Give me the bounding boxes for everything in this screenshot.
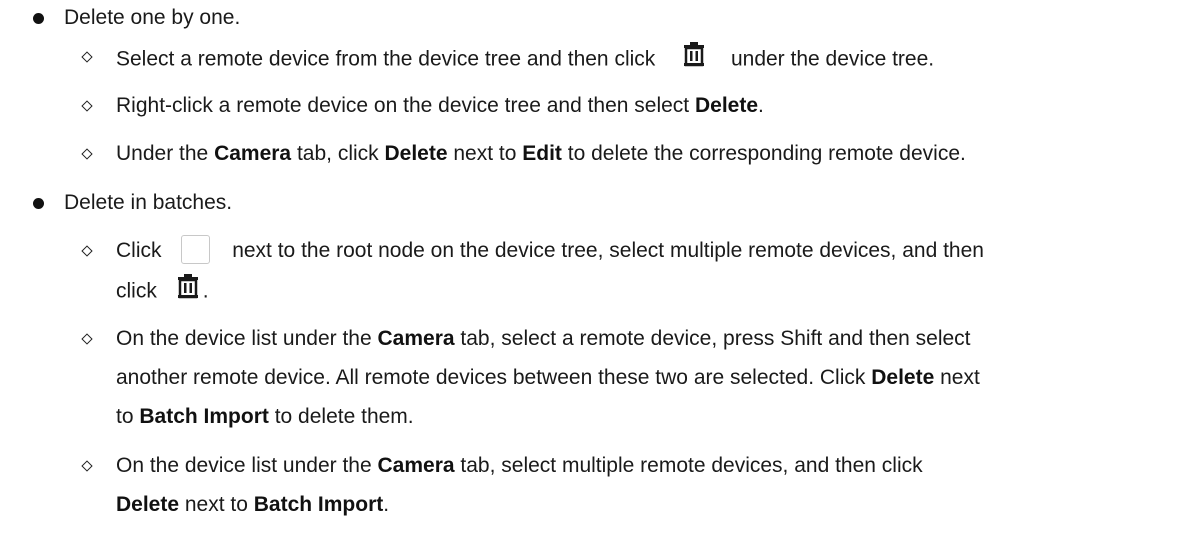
sub-item-text: next [934,366,980,389]
diamond-bullet-icon [81,245,93,257]
trash-icon [175,273,201,307]
bullet-icon [33,13,44,24]
sub-item-text: click [116,279,157,303]
sub-item-text: next to [447,142,523,165]
ui-term: Delete [116,493,180,516]
ui-term: Delete [871,366,935,389]
ui-term: Camera [214,142,292,165]
sub-item-text: tab, select multiple remote devices, and… [454,454,923,477]
checkbox-icon [181,235,211,264]
diamond-bullet-icon [81,51,93,63]
sub-item-text: Right-click a remote device on the devic… [116,94,695,117]
ui-term: Delete [694,94,759,117]
sub-item-text: next to the root node on the device tree… [232,239,984,263]
sub-item-text: . [383,493,390,516]
ui-term: Batch Import [139,405,269,428]
sub-list-item-continuation: another remote device. All remote device… [116,364,980,392]
sub-list-item: On the device list under the Camera tab,… [116,452,923,480]
ui-term: Delete [384,142,448,165]
trash-icon [681,41,707,75]
ui-term: Camera [377,454,455,477]
sub-list-item-continuation: click . [116,274,209,303]
sub-item-text: Click [116,239,162,263]
sub-item-text: . [202,279,209,303]
sub-item-text: under the device tree. [730,47,935,71]
sub-item-text: another remote device. All remote device… [116,366,872,389]
diamond-bullet-icon [81,333,93,345]
ui-term: Camera [377,327,455,350]
sub-item-text: to delete them. [268,405,414,428]
sub-list-item: Click next to the root node on the devic… [116,235,984,265]
sub-item-text: to delete the corresponding remote devic… [561,142,966,165]
sub-list-item-continuation: Delete next to Batch Import. [116,491,389,519]
sub-item-text: to [116,405,140,428]
sub-item-text: Under the [116,142,215,165]
list-item: Delete in batches. [64,189,232,217]
diamond-bullet-icon [81,148,93,160]
bullet-icon [33,198,44,209]
diamond-bullet-icon [81,100,93,112]
sub-list-item: On the device list under the Camera tab,… [116,325,971,353]
list-item: Delete one by one. [64,4,240,32]
sub-item-text: . [758,94,764,117]
sub-item-text: On the device list under the [116,454,378,477]
ui-term: Batch Import [253,493,384,516]
ui-term: Edit [522,142,562,165]
sub-item-text: tab, click [291,142,385,165]
sub-list-item: Under the Camera tab, click Delete next … [116,140,966,168]
list-item-text: Delete one by one. [64,6,241,29]
list-item-text: Delete in batches. [64,191,233,214]
sub-item-text: Select a remote device from the device t… [116,47,656,71]
document-body: Delete one by one. Select a remote devic… [0,0,1180,535]
sub-list-item: Select a remote device from the device t… [116,42,935,71]
sub-item-text: next to [179,493,254,516]
sub-list-item-continuation: to Batch Import to delete them. [116,403,414,431]
sub-list-item: Right-click a remote device on the devic… [116,92,764,120]
sub-item-text: On the device list under the [116,327,378,350]
sub-item-text: tab, select a remote device, press Shift… [454,327,971,350]
diamond-bullet-icon [81,460,93,472]
